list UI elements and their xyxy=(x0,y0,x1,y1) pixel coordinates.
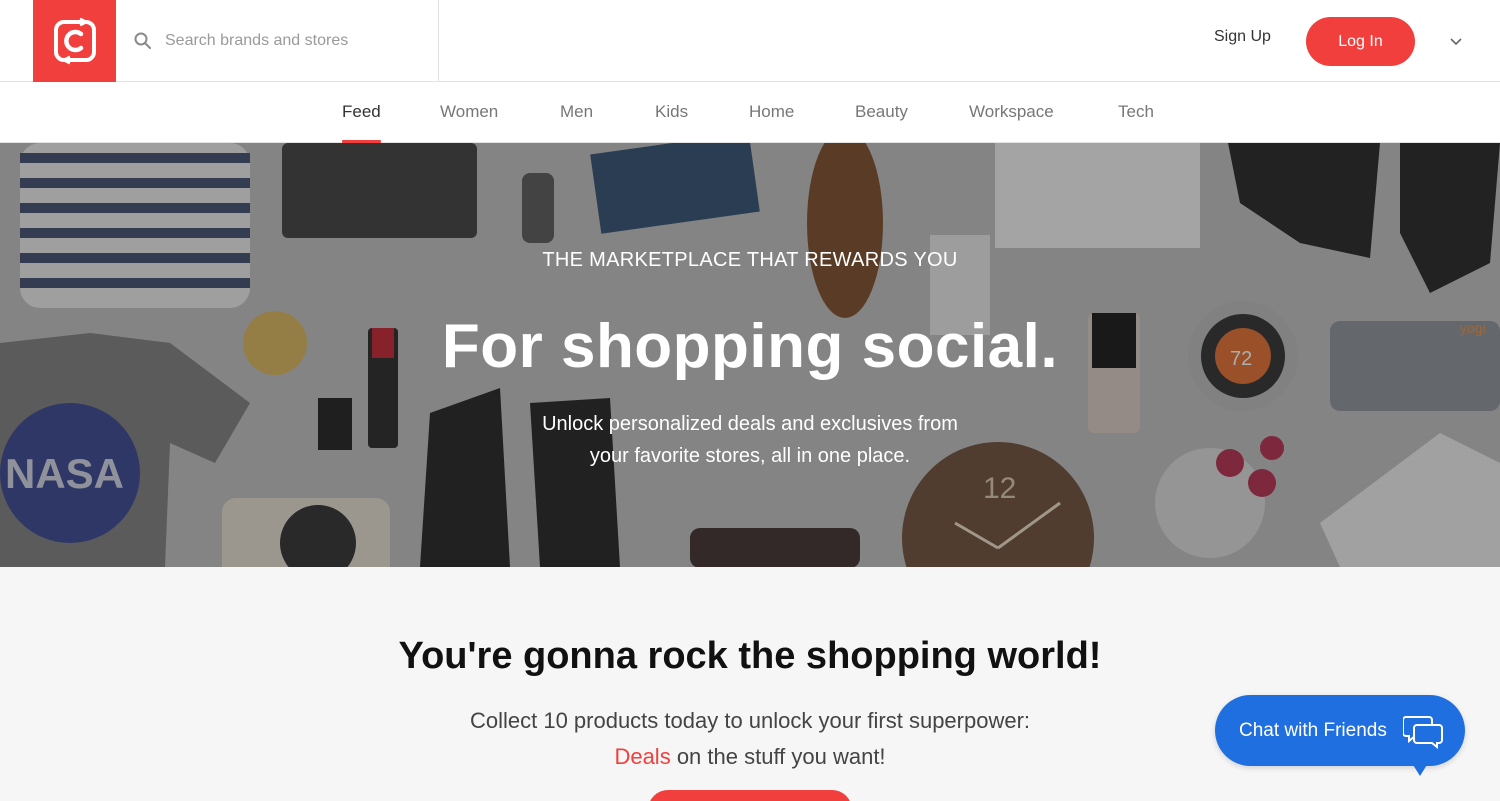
hero-subtitle-line-2: your favorite stores, all in one place. xyxy=(589,445,911,467)
search-input[interactable] xyxy=(165,32,405,50)
tab-beauty[interactable]: Beauty xyxy=(855,102,908,143)
search-bar xyxy=(116,0,439,82)
logo-icon xyxy=(53,17,96,65)
chat-with-friends-button[interactable]: Chat with Friends xyxy=(1215,695,1465,766)
tab-workspace[interactable]: Workspace xyxy=(969,102,1054,143)
tab-men[interactable]: Men xyxy=(560,102,593,143)
log-in-button[interactable]: Log In xyxy=(1306,17,1415,66)
tab-kids[interactable]: Kids xyxy=(655,102,688,143)
chevron-down-icon[interactable] xyxy=(1448,33,1464,49)
hero-banner: NASA 12 72 yogi THE MARKETPLACE THAT REW… xyxy=(0,143,1500,567)
tab-tech[interactable]: Tech xyxy=(1118,102,1154,143)
promo-line-2-rest: on the stuff you want! xyxy=(670,744,886,769)
tab-women[interactable]: Women xyxy=(440,102,498,143)
log-in-label: Log In xyxy=(1338,32,1383,50)
tab-feed[interactable]: Feed xyxy=(342,102,381,143)
sign-up-link[interactable]: Sign Up xyxy=(1214,28,1271,46)
promo-title: You're gonna rock the shopping world! xyxy=(398,635,1102,677)
hero-subtitle-line-1: Unlock personalized deals and exclusives… xyxy=(542,413,958,435)
search-icon xyxy=(134,32,151,49)
deals-highlight: Deals xyxy=(614,744,671,769)
tab-home[interactable]: Home xyxy=(749,102,794,143)
top-header: Sign Up Log In xyxy=(0,0,1500,82)
get-started-button[interactable] xyxy=(648,790,852,801)
hero-subtitle: Unlock personalized deals and exclusives… xyxy=(500,408,1000,472)
chat-label: Chat with Friends xyxy=(1239,719,1387,741)
category-nav: Feed Women Men Kids Home Beauty Workspac… xyxy=(0,82,1500,143)
chat-bubbles-icon xyxy=(1403,716,1443,749)
chat-bubble-tail xyxy=(1410,760,1430,776)
hero-eyebrow: THE MARKETPLACE THAT REWARDS YOU xyxy=(542,249,958,271)
logo[interactable] xyxy=(33,0,116,82)
hero-title: For shopping social. xyxy=(441,312,1059,381)
